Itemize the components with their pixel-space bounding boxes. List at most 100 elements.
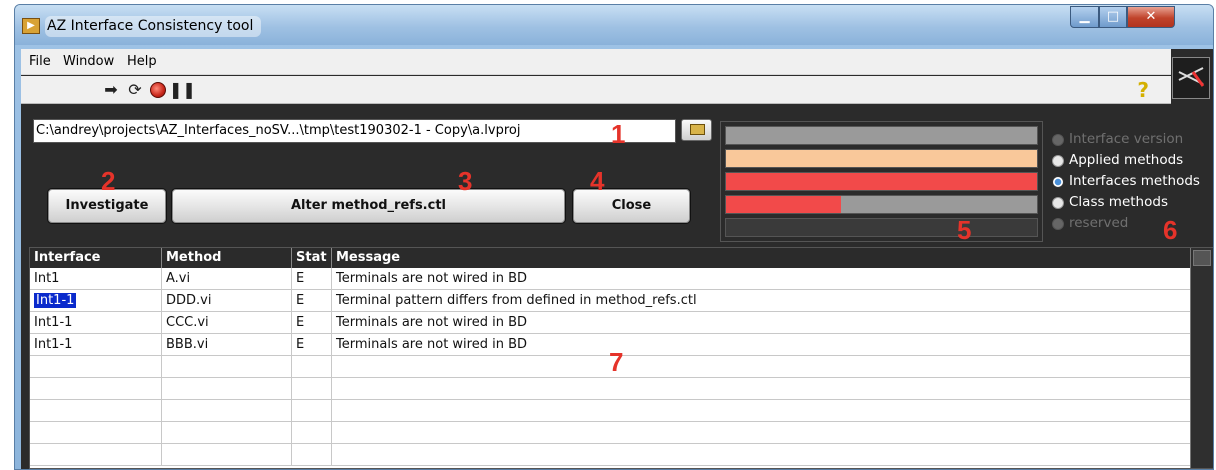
cell-message: Terminals are not wired in BD [332,312,1190,334]
bar-empty [725,218,1038,237]
app-icon: ▶ [22,18,40,34]
help-icon[interactable]: ? [1137,78,1149,102]
header-stat[interactable]: Stat [292,248,332,268]
cell-method [162,422,292,444]
radio-interface-version: Interface version [1049,129,1213,150]
close-window-button[interactable]: ✕ [1127,6,1175,28]
table-header: Interface Method Stat Message [30,248,1190,268]
cell-interface [30,400,162,422]
title-bar[interactable]: ▶ AZ Interface Consistency tool ▁ □ ✕ [15,5,1213,45]
radio-label: Class methods [1069,194,1168,210]
table-row[interactable] [30,400,1190,422]
cell-message [332,400,1190,422]
bar-red [725,172,1038,191]
radio-dot [1052,176,1064,188]
cell-stat: E [292,334,332,356]
progress-bars-panel [720,121,1043,242]
menu-window[interactable]: Window [63,54,114,69]
cell-stat: E [292,268,332,290]
table-row[interactable] [30,444,1190,466]
table-row[interactable]: Int1 A.vi E Terminals are not wired in BD [30,268,1190,290]
vi-icon-graphic [1178,67,1205,87]
header-message[interactable]: Message [332,248,1190,268]
radio-class-methods[interactable]: Class methods [1049,192,1213,213]
cell-method [162,378,292,400]
abort-icon[interactable] [150,82,166,98]
project-path-field[interactable]: C:\andrey\projects\AZ_Interfaces_noSV...… [33,119,676,143]
cell-message: Terminal pattern differs from defined in… [332,290,1190,312]
radio-dot [1052,197,1064,209]
annotation-7: 7 [609,347,624,377]
cell-message [332,422,1190,444]
cell-method [162,356,292,378]
run-continuous-icon[interactable]: ⟳ [125,80,145,100]
header-interface[interactable]: Interface [30,248,162,268]
cell-method: DDD.vi [162,290,292,312]
maximize-button[interactable]: □ [1099,6,1127,28]
run-arrow-icon[interactable]: ➡ [101,80,121,100]
header-method[interactable]: Method [162,248,292,268]
menu-file[interactable]: File [29,54,51,69]
cell-text: E [296,293,305,308]
client-area: File Window Help ➡ ⟳ ❚❚ ? C:\andrey\proj… [21,49,1213,469]
radio-label: Interface version [1069,131,1184,147]
cell-interface: Int1-1 [30,312,162,334]
cell-stat [292,356,332,378]
radio-dot [1052,134,1064,146]
annotation-2: 2 [101,166,116,196]
cell-message: Terminals are not wired in BD [332,268,1190,290]
cell-stat [292,378,332,400]
annotation-4: 4 [590,166,605,196]
cell-method: A.vi [162,268,292,290]
cell-text: DDD.vi [166,293,212,308]
cell-text: Terminals are not wired in BD [336,271,528,286]
radio-dot [1052,218,1064,230]
cell-message: Terminals are not wired in BD [332,334,1190,356]
cell-interface: Int1 [30,268,162,290]
cell-interface: Int1-1 [30,334,162,356]
radio-label: reserved [1069,215,1129,231]
cell-text: E [296,315,305,330]
annotation-5: 5 [957,215,972,245]
cell-interface [30,378,162,400]
cell-text: Terminals are not wired in BD [336,337,528,352]
menu-bar: File Window Help [21,49,1171,75]
alter-method-refs-button[interactable]: Alter method_refs.ctl [172,189,565,223]
bar-partial [725,195,1038,214]
pause-icon[interactable]: ❚❚ [169,80,196,100]
radio-interfaces-methods[interactable]: Interfaces methods [1049,171,1213,192]
cell-stat: E [292,312,332,334]
vi-icon [1172,57,1210,99]
cell-interface [30,356,162,378]
cell-message [332,378,1190,400]
radio-applied-methods[interactable]: Applied methods [1049,150,1213,171]
cell-interface [30,422,162,444]
minimize-button[interactable]: ▁ [1070,6,1099,28]
cell-interface [30,444,162,466]
cell-stat: E [292,290,332,312]
cell-method [162,400,292,422]
cell-text: Terminal pattern differs from defined in… [336,293,697,308]
table-row[interactable]: Int1-1 CCC.vi E Terminals are not wired in … [30,312,1190,334]
view-mode-radio-group: Interface version Applied methods Interf… [1049,129,1213,234]
menu-help[interactable]: Help [127,54,157,69]
cell-text: E [296,271,305,286]
app-window: ▶ AZ Interface Consistency tool ▁ □ ✕ Fi… [14,4,1214,470]
bar-peach [725,149,1038,168]
bar-gray [725,126,1038,145]
cell-text: BBB.vi [166,337,209,352]
scroll-up-arrow[interactable] [1193,250,1211,266]
browse-folder-button[interactable] [681,119,712,141]
cell-method: BBB.vi [162,334,292,356]
radio-reserved: reserved [1049,213,1213,234]
table-row[interactable] [30,422,1190,444]
vertical-scrollbar[interactable] [1190,248,1213,468]
cell-message [332,356,1190,378]
table-row[interactable] [30,378,1190,400]
cell-text: CCC.vi [166,315,209,330]
cell-text: Int1 [34,271,60,286]
table-row[interactable]: Int1-1 DDD.vi E Terminal pattern differs fr… [30,290,1190,312]
toolbar: ➡ ⟳ ❚❚ ? [21,76,1171,104]
cell-message [332,444,1190,466]
window-title: AZ Interface Consistency tool [45,16,262,37]
